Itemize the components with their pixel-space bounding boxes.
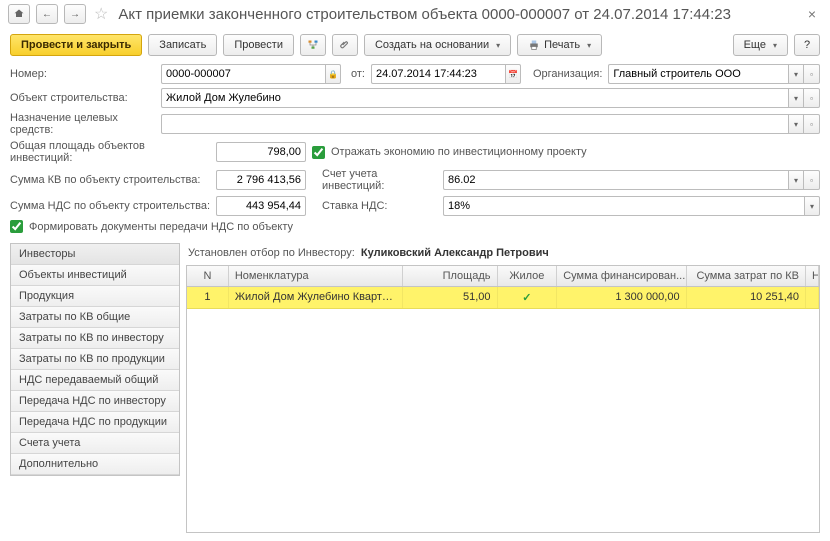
sidebar-item-costs-general[interactable]: Затраты по КВ общие [11,307,179,328]
sidebar-item-accounts[interactable]: Счета учета [11,433,179,454]
date-input[interactable] [371,64,505,84]
grid-body[interactable]: 1 Жилой Дом Жулебино Кварти... 51,00 ✓ 1… [187,287,819,532]
print-button[interactable]: Печать [517,34,602,56]
sidebar-item-costs-investor[interactable]: Затраты по КВ по инвестору [11,328,179,349]
create-based-button[interactable]: Создать на основании [364,34,511,56]
page-title: Акт приемки законченного строительством … [118,6,795,23]
cell-live: ✓ [498,287,558,308]
submit-close-button[interactable]: Провести и закрыть [10,34,142,56]
acct-dropdown-icon[interactable]: ▾ [788,170,804,190]
vat-rate-dropdown-icon[interactable]: ▾ [804,196,820,216]
sidebar-item-vat-product[interactable]: Передача НДС по продукции [11,412,179,433]
filter-bar: Установлен отбор по Инвестору: Куликовск… [186,243,820,265]
close-button[interactable]: × [802,6,822,22]
col-vat[interactable]: НДС перед [806,266,819,286]
sidebar-item-objects[interactable]: Объекты инвестиций [11,265,179,286]
clip-icon [339,39,351,51]
reflect-label: Отражать экономию по инвестиционному про… [331,146,587,158]
vat-rate-label: Ставка НДС: [322,200,437,212]
sum-vat-label: Сумма НДС по объекту строительства: [10,200,210,212]
cell-cost: 10 251,40 [687,287,806,308]
sidebar-item-costs-product[interactable]: Затраты по КВ по продукции [11,349,179,370]
obj-open-icon[interactable]: ▫ [804,88,820,108]
org-open-icon[interactable]: ▫ [804,64,820,84]
purpose-open-icon[interactable]: ▫ [804,114,820,134]
sidebar-item-additional[interactable]: Дополнительно [11,454,179,475]
col-area[interactable]: Площадь [403,266,498,286]
tree-icon [307,39,319,51]
calendar-icon[interactable]: 📅 [505,64,521,84]
purpose-input[interactable] [161,114,788,134]
home-icon [13,8,25,20]
vat-rate-input[interactable] [443,196,804,216]
favorite-icon[interactable]: ☆ [94,4,108,24]
org-input[interactable] [608,64,788,84]
acct-label: Счет учета инвестиций: [322,168,437,192]
attachment-button[interactable] [332,34,358,56]
acct-input[interactable] [443,170,788,190]
grid-header: N Номенклатура Площадь Жилое Сумма финан… [187,266,819,287]
org-dropdown-icon[interactable]: ▾ [788,64,804,84]
col-residential[interactable]: Жилое [498,266,558,286]
back-button[interactable]: ← [36,4,58,24]
sidebar-item-vat-investor[interactable]: Передача НДС по инвестору [11,391,179,412]
cell-n: 1 [187,287,229,308]
more-button[interactable]: Еще [733,34,788,56]
obj-label: Объект строительства: [10,92,155,104]
home-button[interactable] [8,4,30,24]
reflect-checkbox[interactable] [312,146,325,159]
purpose-dropdown-icon[interactable]: ▾ [788,114,804,134]
help-button[interactable]: ? [794,34,820,56]
table-row[interactable]: 1 Жилой Дом Жулебино Кварти... 51,00 ✓ 1… [187,287,819,309]
print-icon [528,39,540,51]
tabs-sidebar: Инвесторы Объекты инвестиций Продукция З… [10,243,180,476]
sidebar-item-products[interactable]: Продукция [11,286,179,307]
structure-button[interactable] [300,34,326,56]
cell-area: 51,00 [403,287,498,308]
total-area-label: Общая площадь объектов инвестиций: [10,140,210,164]
date-label: от: [351,68,365,80]
number-lock-icon[interactable]: 🔒 [325,64,341,84]
number-input[interactable] [161,64,325,84]
process-button[interactable]: Провести [223,34,294,56]
sidebar-item-investors[interactable]: Инвесторы [11,244,179,265]
col-cost[interactable]: Сумма затрат по КВ [687,266,806,286]
filter-label: Установлен отбор по Инвестору: [188,247,355,259]
col-n[interactable]: N [187,266,229,286]
filter-value: Куликовский Александр Петрович [361,247,549,259]
obj-dropdown-icon[interactable]: ▾ [788,88,804,108]
org-label: Организация: [533,68,602,80]
cell-nom: Жилой Дом Жулебино Кварти... [229,287,403,308]
obj-input[interactable] [161,88,788,108]
sidebar-item-vat-general[interactable]: НДС передаваемый общий [11,370,179,391]
purpose-label: Назначение целевых средств: [10,112,155,136]
sum-vat-input[interactable] [216,196,306,216]
total-area-input[interactable] [216,142,306,162]
sum-kv-input[interactable] [216,170,306,190]
form-docs-label: Формировать документы передачи НДС по об… [29,221,293,233]
col-nomenclature[interactable]: Номенклатура [229,266,403,286]
number-label: Номер: [10,68,155,80]
acct-open-icon[interactable]: ▫ [804,170,820,190]
cell-vat [806,287,819,308]
data-grid: N Номенклатура Площадь Жилое Сумма финан… [186,265,820,533]
cell-fin: 1 300 000,00 [557,287,686,308]
save-button[interactable]: Записать [148,34,217,56]
form-docs-checkbox[interactable] [10,220,23,233]
sum-kv-label: Сумма КВ по объекту строительства: [10,174,210,186]
forward-button[interactable]: → [64,4,86,24]
col-financing[interactable]: Сумма финансирован... [557,266,686,286]
